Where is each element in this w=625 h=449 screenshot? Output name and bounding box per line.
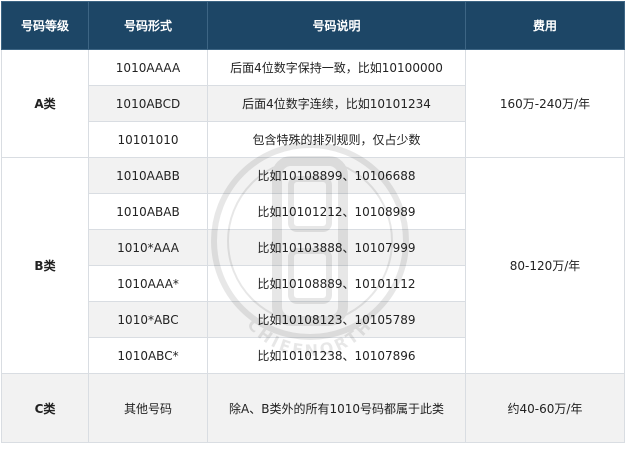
grade-cell-c: C类 bbox=[1, 373, 89, 443]
description-cell: 比如10108123、10105789 bbox=[207, 301, 466, 338]
format-cell: 1010ABAB bbox=[88, 193, 208, 230]
number-grade-table: 号码等级 号码形式 号码说明 费用 A类 1010AAAA 后面4位数字保持一致… bbox=[1, 1, 625, 443]
table-row: C类 其他号码 除A、B类外的所有1010号码都属于此类 约40-60万/年 bbox=[1, 373, 625, 443]
header-fee: 费用 bbox=[465, 1, 625, 50]
description-cell: 比如10101212、10108989 bbox=[207, 193, 466, 230]
format-cell: 1010ABCD bbox=[88, 85, 208, 122]
format-cell: 1010*ABC bbox=[88, 301, 208, 338]
description-cell: 包含特殊的排列规则，仅占少数 bbox=[207, 121, 466, 158]
format-cell: 1010*AAA bbox=[88, 229, 208, 266]
format-cell: 10101010 bbox=[88, 121, 208, 158]
format-cell: 1010AABB bbox=[88, 157, 208, 194]
fee-cell-a: 160万-240万/年 bbox=[465, 49, 625, 158]
grade-cell-b: B类 bbox=[1, 157, 89, 374]
grade-cell-a: A类 bbox=[1, 49, 89, 158]
description-cell: 比如10101238、10107896 bbox=[207, 337, 466, 374]
fee-table-page: 号码等级 号码形式 号码说明 费用 A类 1010AAAA 后面4位数字保持一致… bbox=[0, 1, 625, 449]
description-cell: 比如10103888、10107999 bbox=[207, 229, 466, 266]
format-cell: 1010AAA* bbox=[88, 265, 208, 302]
description-cell: 比如10108899、10106688 bbox=[207, 157, 466, 194]
description-cell: 除A、B类外的所有1010号码都属于此类 bbox=[207, 373, 466, 443]
format-cell: 其他号码 bbox=[88, 373, 208, 443]
table-row: B类 1010AABB 比如10108899、10106688 80-120万/… bbox=[1, 157, 625, 374]
header-description: 号码说明 bbox=[207, 1, 466, 50]
table-row: A类 1010AAAA 后面4位数字保持一致，比如10100000 160万-2… bbox=[1, 49, 625, 158]
description-cell: 后面4位数字保持一致，比如10100000 bbox=[207, 49, 466, 86]
fee-cell-b: 80-120万/年 bbox=[465, 157, 625, 374]
description-cell: 后面4位数字连续，比如10101234 bbox=[207, 85, 466, 122]
header-grade: 号码等级 bbox=[1, 1, 89, 50]
format-cell: 1010AAAA bbox=[88, 49, 208, 86]
format-cell: 1010ABC* bbox=[88, 337, 208, 374]
fee-cell-c: 约40-60万/年 bbox=[465, 373, 625, 443]
description-cell: 比如10108889、10101112 bbox=[207, 265, 466, 302]
header-row: 号码等级 号码形式 号码说明 费用 bbox=[1, 1, 625, 50]
header-format: 号码形式 bbox=[88, 1, 208, 50]
